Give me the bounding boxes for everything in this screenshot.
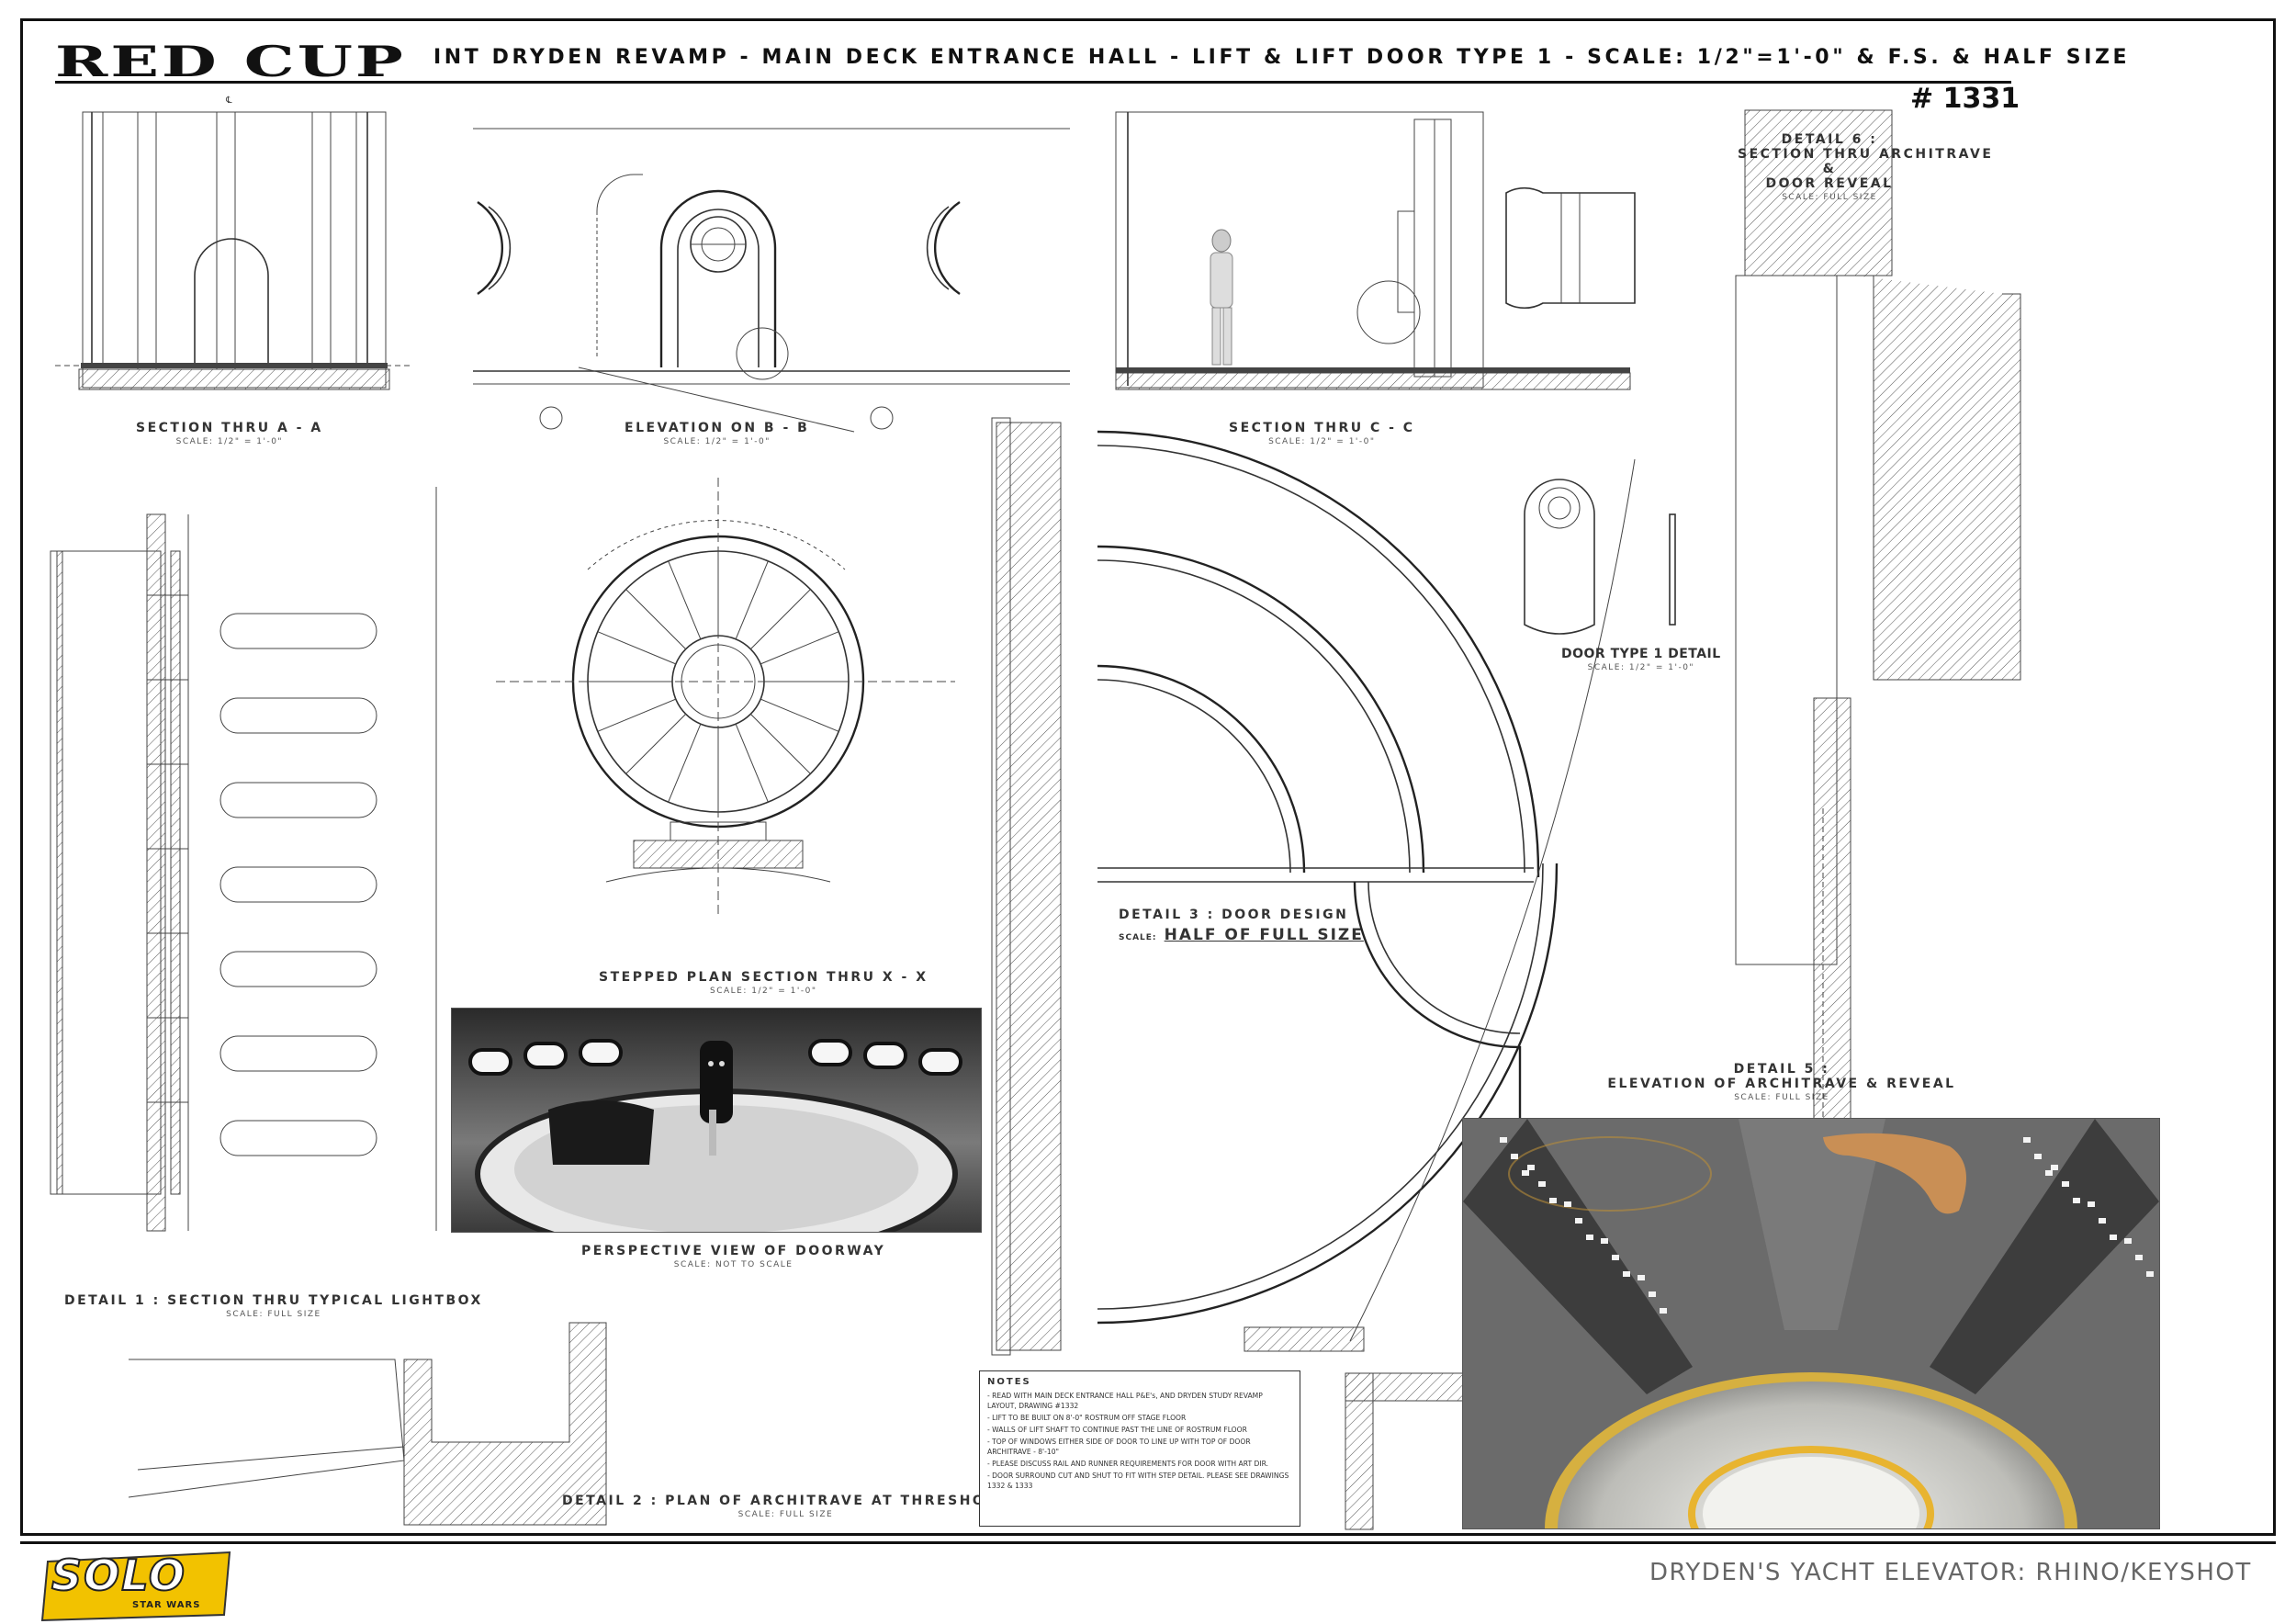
star-wars-text: STAR WARS (132, 1600, 201, 1610)
sheet-border (20, 18, 2276, 1536)
footer-rule (20, 1541, 2276, 1544)
solo-logo-text: SOLO (51, 1550, 187, 1601)
drawing-sheet: ℄ RED CUP INT DRYDEN REVAMP - MAIN DECK … (0, 0, 2296, 1624)
footer-caption: DRYDEN'S YACHT ELEVATOR: RHINO/KEYSHOT (1649, 1559, 2252, 1586)
solo-brand: SOLO STAR WARS (44, 1547, 237, 1620)
